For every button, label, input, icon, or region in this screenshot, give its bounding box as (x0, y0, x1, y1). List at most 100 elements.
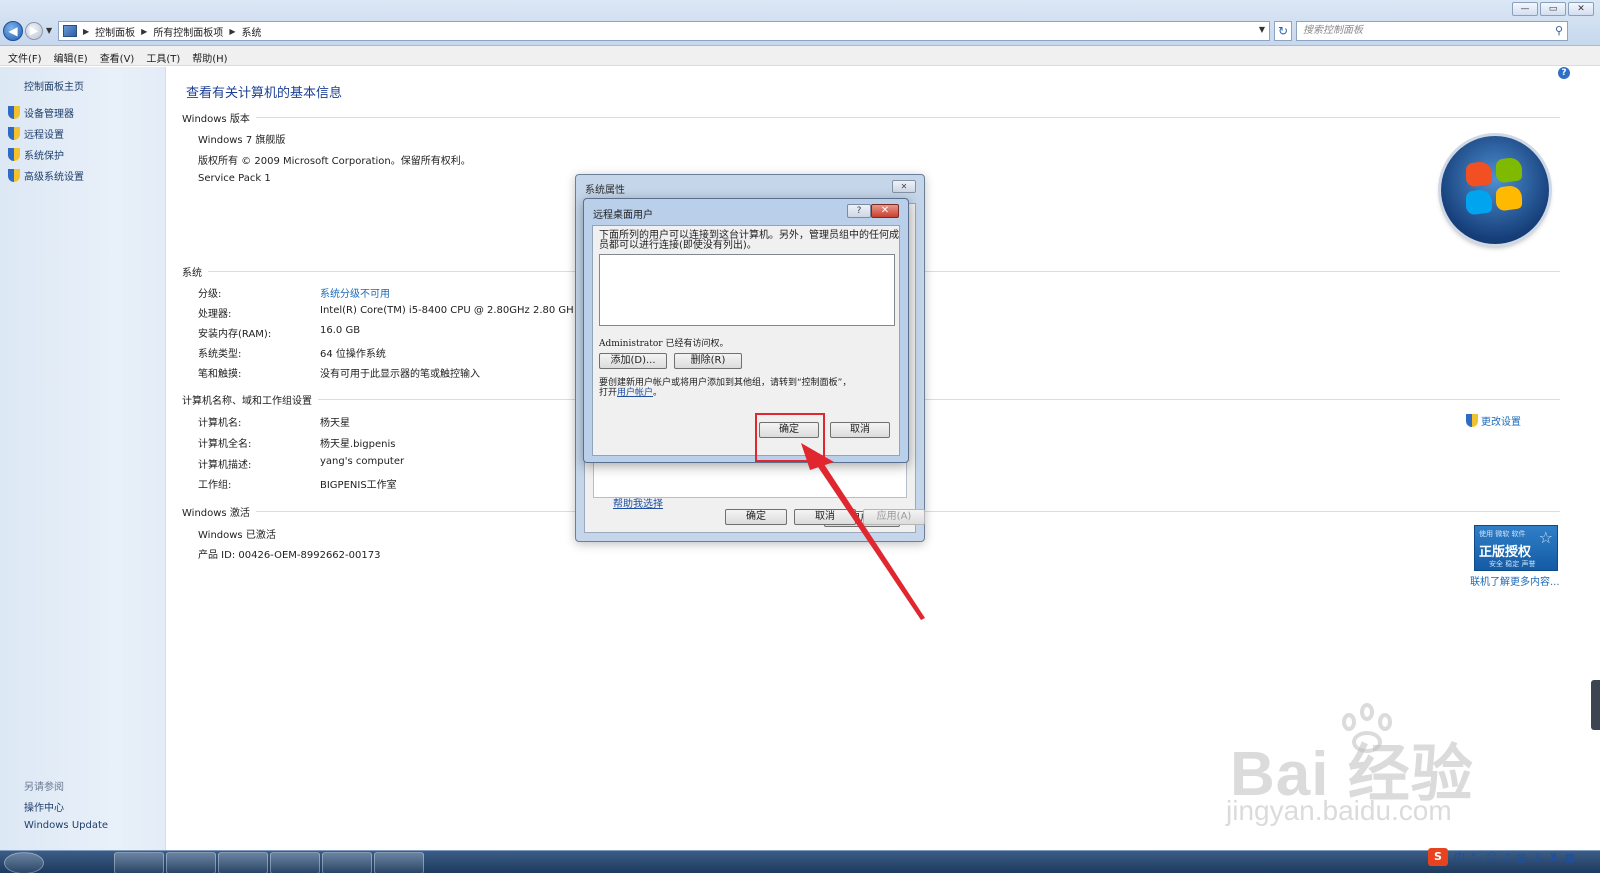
emoji-icon[interactable]: ☺ (1486, 851, 1497, 864)
description-label: 计算机描述: (198, 460, 252, 471)
admin-access-note: Administrator 已经有访问权。 (599, 339, 729, 349)
product-id: 产品 ID: 00426-OEM-8992662-00173 (198, 550, 381, 561)
menu-file[interactable]: 文件(F) (4, 46, 46, 65)
search-input[interactable]: 搜索控制面板 ⚲ (1296, 21, 1568, 41)
workgroup-label: 工作组: (198, 480, 232, 491)
taskbar-item[interactable] (374, 852, 424, 873)
start-button[interactable] (4, 852, 44, 873)
activation-status: Windows 已激活 (198, 530, 276, 541)
sidebar-item-remote-settings[interactable]: 远程设置 (8, 126, 64, 141)
remove-user-button[interactable]: 删除(R) (674, 353, 742, 369)
taskbar-item[interactable] (218, 852, 268, 873)
action-center-link[interactable]: 操作中心 (24, 799, 64, 814)
taskbar-item[interactable] (270, 852, 320, 873)
close-icon[interactable]: ✕ (871, 204, 899, 218)
maximize-button[interactable]: ▭ (1540, 2, 1566, 16)
users-list[interactable] (599, 254, 895, 326)
history-dropdown-icon[interactable]: ▼ (46, 26, 52, 35)
create-note-text: 要创建新用户帐户或将用户添加到其他组，请转到“控制面板”， (599, 378, 852, 388)
windows-update-link[interactable]: Windows Update (24, 820, 108, 831)
address-dropdown-icon[interactable]: ▼ (1259, 25, 1265, 34)
window-controls: — ▭ ✕ (1512, 2, 1594, 16)
help-icon[interactable]: ? (847, 204, 871, 218)
microphone-icon[interactable]: ♪ (1503, 851, 1510, 864)
search-icon[interactable]: ⚲ (1555, 22, 1563, 40)
close-icon[interactable]: ✕ (892, 180, 916, 193)
punctuation-icon[interactable]: °, (1471, 851, 1480, 864)
breadcrumb-all-items[interactable]: 所有控制面板项 (153, 24, 223, 39)
control-panel-icon (63, 25, 77, 37)
side-handle[interactable] (1591, 680, 1600, 730)
address-bar[interactable]: ▶ 控制面板 ▶ 所有控制面板项 ▶ 系统 ▼ (58, 21, 1270, 41)
rating-value-link[interactable]: 系统分级不可用 (320, 285, 390, 300)
menu-help[interactable]: 帮助(H) (188, 46, 231, 65)
genuine-badge: 使用 微软 软件 正版授权 安全 稳定 声誉 ☆ (1474, 525, 1558, 571)
flag-green (1496, 156, 1522, 184)
ok-button[interactable]: 确定 (725, 509, 787, 525)
taskbar-item[interactable] (166, 852, 216, 873)
computer-name-value: 杨天星 (320, 418, 350, 429)
apply-button[interactable]: 应用(A) (863, 509, 925, 525)
genuine-main-text: 正版授权 (1479, 545, 1532, 560)
pen-touch-value: 没有可用于此显示器的笔或触控输入 (320, 369, 480, 380)
shield-icon (8, 127, 20, 140)
sidebar-home-link[interactable]: 控制面板主页 (24, 78, 84, 93)
menu-view[interactable]: 查看(V) (96, 46, 139, 65)
back-arrow-icon[interactable]: ◀ (3, 21, 23, 41)
forward-arrow-icon[interactable]: ▶ (25, 22, 43, 40)
dialog-description: 下面所列的用户可以连接到这台计算机。另外，管理员组中的任何成员都可以进行连接(即… (599, 230, 899, 251)
close-button[interactable]: ✕ (1568, 2, 1594, 16)
shield-icon (8, 148, 20, 161)
sidebar-item-advanced-settings[interactable]: 高级系统设置 (8, 168, 84, 183)
create-note-text: 。 (653, 388, 663, 398)
genuine-top-text: 使用 微软 软件 (1479, 530, 1526, 538)
menu-tools[interactable]: 工具(T) (142, 46, 184, 65)
user-accounts-link[interactable]: 用户帐户 (617, 388, 653, 398)
breadcrumb-system[interactable]: 系统 (241, 24, 261, 39)
help-icon[interactable]: ? (1558, 67, 1570, 79)
user-icon[interactable]: ♙ (1533, 851, 1543, 864)
baidu-watermark: Bai 经验 jingyan.baidu.com (1226, 703, 1526, 843)
taskbar-item[interactable] (322, 852, 372, 873)
sidebar-item-device-manager[interactable]: 设备管理器 (8, 105, 74, 120)
sidebar-item-system-protection[interactable]: 系统保护 (8, 147, 64, 162)
skin-icon[interactable]: ♜ (1549, 851, 1559, 864)
chevron-right-icon: ▶ (229, 26, 236, 36)
dialog-title: 远程桌面用户 (593, 210, 653, 221)
description-value: yang's computer (320, 456, 405, 467)
chevron-right-icon: ▶ (83, 26, 90, 36)
sidebar-item-label: 系统保护 (24, 151, 64, 162)
change-settings-link[interactable]: 更改设置 (1466, 413, 1521, 428)
toolbox-icon[interactable]: ▦ (1565, 851, 1575, 864)
title-bar: — ▭ ✕ ◀ ▶ ▼ ▶ 控制面板 ▶ 所有控制面板项 ▶ 系统 ▼ ↻ 搜索… (0, 0, 1600, 46)
full-name-label: 计算机全名: (198, 439, 252, 450)
taskbar-item[interactable] (114, 852, 164, 873)
cancel-button[interactable]: 取消 (830, 422, 890, 438)
cancel-button[interactable]: 取消 (794, 509, 856, 525)
copyright: 版权所有 © 2009 Microsoft Corporation。保留所有权利… (198, 156, 471, 167)
section-heading-edition: Windows 版本 (182, 110, 1560, 125)
help-me-choose-link[interactable]: 帮助我选择 (613, 495, 663, 510)
genuine-learn-more-link[interactable]: 联机了解更多内容... (1470, 573, 1560, 588)
shield-icon (8, 169, 20, 182)
system-type-value: 64 位操作系统 (320, 349, 386, 360)
taskbar (0, 850, 1600, 873)
workgroup-value: BIGPENIS工作室 (320, 480, 397, 491)
minimize-button[interactable]: — (1512, 2, 1538, 16)
sidebar-item-label: 设备管理器 (24, 109, 74, 120)
remote-desktop-users-dialog: 远程桌面用户 ? ✕ 下面所列的用户可以连接到这台计算机。另外，管理员组中的任何… (583, 198, 909, 463)
system-type-label: 系统类型: (198, 349, 242, 360)
watermark-url: jingyan.baidu.com (1226, 795, 1452, 826)
breadcrumb-control-panel[interactable]: 控制面板 (95, 24, 135, 39)
ime-language[interactable]: 中 (1454, 849, 1465, 865)
menu-edit[interactable]: 编辑(E) (50, 46, 92, 65)
add-user-button[interactable]: 添加(D)... (599, 353, 667, 369)
processor-label: 处理器: (198, 309, 232, 320)
processor-value: Intel(R) Core(TM) i5-8400 CPU @ 2.80GHz … (320, 305, 574, 316)
dialog-title: 系统属性 (585, 185, 625, 196)
sogou-ime-icon[interactable]: S (1428, 848, 1448, 866)
ram-label: 安装内存(RAM): (198, 329, 272, 340)
refresh-icon[interactable]: ↻ (1274, 21, 1292, 41)
keyboard-icon[interactable]: ▤ (1517, 851, 1527, 864)
genuine-bottom-text: 安全 稳定 声誉 (1489, 560, 1536, 568)
